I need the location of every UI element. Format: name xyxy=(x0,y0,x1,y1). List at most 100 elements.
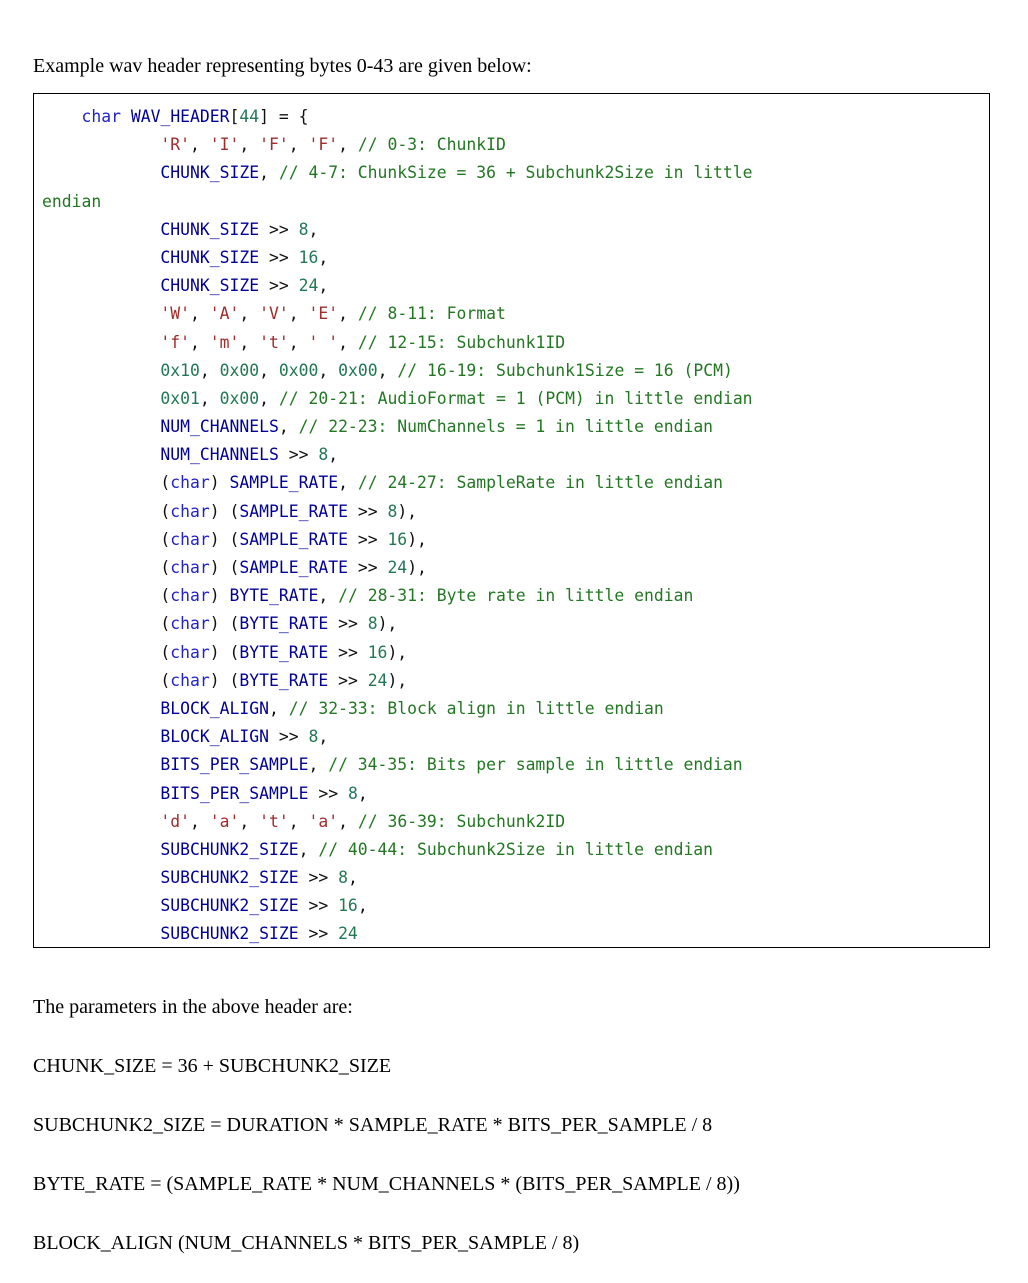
code-token-pun xyxy=(42,276,160,295)
code-token-pun xyxy=(42,727,160,746)
code-token-id: SAMPLE_RATE xyxy=(239,558,348,577)
parameter-formula: BLOCK_ALIGN (NUM_CHANNELS * BITS_PER_SAM… xyxy=(33,1232,580,1254)
code-token-str: 'a' xyxy=(209,811,240,831)
code-token-pun xyxy=(42,163,160,182)
code-token-kw: char xyxy=(170,473,210,493)
code-token-kw: char xyxy=(170,558,210,577)
code-token-pun: , xyxy=(288,135,309,155)
code-token-pun: , xyxy=(308,755,329,775)
code-token-pun: >> xyxy=(268,727,309,747)
code-token-pun: ), xyxy=(397,501,418,521)
code-token-pun xyxy=(121,107,131,126)
code-token-num: 24 xyxy=(338,924,358,944)
code-token-pun: , xyxy=(259,163,279,183)
code-line: BITS_PER_SAMPLE >> 8, xyxy=(34,780,989,808)
code-token-num: 16 xyxy=(387,529,408,549)
code-token-id: BYTE_RATE xyxy=(239,642,329,662)
code-token-pun: , xyxy=(278,417,299,437)
code-token-num: 0x00 xyxy=(219,388,260,408)
code-token-com: // 40-44: Subchunk2Size in little endian xyxy=(318,839,714,859)
code-token-pun xyxy=(42,840,160,859)
code-line: CHUNK_SIZE, // 4-7: ChunkSize = 36 + Sub… xyxy=(34,159,989,187)
code-token-str: 'a' xyxy=(308,811,339,831)
code-token-id: BYTE_RATE xyxy=(239,670,329,690)
code-token-com: // 16-19: Subchunk1Size = 16 (PCM) xyxy=(397,360,733,380)
code-line: SUBCHUNK2_SIZE >> 24 xyxy=(34,920,989,947)
intro-paragraph: Example wav header representing bytes 0-… xyxy=(33,55,532,77)
code-token-pun: ( xyxy=(42,586,171,606)
code-token-com: // 34-35: Bits per sample in little endi… xyxy=(328,755,743,775)
code-token-pun: , xyxy=(259,360,279,380)
code-token-id: BLOCK_ALIGN xyxy=(160,698,269,718)
code-token-com: // 4-7: ChunkSize = 36 + Subchunk2Size i… xyxy=(278,163,753,183)
code-token-pun: >> xyxy=(347,501,388,521)
code-token-str: 'W' xyxy=(160,304,191,324)
parameters-heading: The parameters in the above header are: xyxy=(33,996,353,1018)
code-token-pun: ) xyxy=(209,473,230,493)
code-token-pun: , xyxy=(338,135,358,155)
code-token-pun: ), xyxy=(387,670,408,690)
code-token-id: SUBCHUNK2_SIZE xyxy=(160,924,299,944)
code-token-pun: , xyxy=(199,360,220,380)
code-token-pun: , xyxy=(190,811,210,831)
code-token-pun: ( xyxy=(42,670,171,690)
code-token-pun: >> xyxy=(298,868,339,888)
code-token-pun: , xyxy=(288,332,309,352)
code-token-pun: ) xyxy=(209,586,230,606)
code-token-pun: ), xyxy=(407,529,427,549)
code-line: BLOCK_ALIGN >> 8, xyxy=(34,723,989,751)
code-token-pun: , xyxy=(190,332,210,352)
code-token-num: 8 xyxy=(367,614,378,634)
code-token-pun: ] = { xyxy=(259,107,309,126)
code-line: NUM_CHANNELS >> 8, xyxy=(34,441,989,469)
code-token-pun xyxy=(42,812,160,831)
code-token-id: NUM_CHANNELS xyxy=(160,445,279,465)
code-line: CHUNK_SIZE >> 24, xyxy=(34,272,989,300)
code-line: 0x01, 0x00, // 20-21: AudioFormat = 1 (P… xyxy=(34,385,989,413)
code-token-kw: char xyxy=(170,642,210,662)
code-token-pun: , xyxy=(239,135,260,155)
code-token-str: 'd' xyxy=(160,811,191,831)
code-line: (char) (SAMPLE_RATE >> 16), xyxy=(34,526,989,554)
code-token-com: // 32-33: Block align in little endian xyxy=(288,698,664,718)
code-token-pun: , xyxy=(318,586,339,606)
code-token-str: ' ' xyxy=(308,332,339,352)
code-token-pun: , xyxy=(259,388,279,408)
code-token-num: 0x01 xyxy=(160,388,200,408)
code-token-id: SUBCHUNK2_SIZE xyxy=(160,868,299,888)
code-line: NUM_CHANNELS, // 22-23: NumChannels = 1 … xyxy=(34,413,989,441)
code-token-str: 't' xyxy=(259,332,289,352)
code-token-num: 16 xyxy=(367,642,388,662)
code-token-pun: , xyxy=(308,219,319,239)
code-token-pun: ( xyxy=(42,642,171,662)
code-token-pun: ), xyxy=(377,614,398,634)
parameters-section: The parameters in the above header are: … xyxy=(33,968,993,1283)
code-token-pun xyxy=(42,135,160,154)
code-token-com: // 22-23: NumChannels = 1 in little endi… xyxy=(298,417,714,437)
parameter-formula: SUBCHUNK2_SIZE = DURATION * SAMPLE_RATE … xyxy=(33,1114,713,1136)
code-token-com: endian xyxy=(42,191,102,211)
code-token-num: 0x00 xyxy=(278,360,319,380)
code-line: SUBCHUNK2_SIZE, // 40-44: Subchunk2Size … xyxy=(34,836,989,864)
code-token-pun: ) ( xyxy=(209,529,240,549)
code-token-str: 'A' xyxy=(209,304,240,324)
code-token-pun: , xyxy=(338,473,358,493)
code-token-com: // 24-27: SampleRate in little endian xyxy=(357,473,723,493)
code-line: CHUNK_SIZE >> 8, xyxy=(34,216,989,244)
code-token-pun: ( xyxy=(42,529,171,549)
code-token-pun xyxy=(42,896,160,915)
code-token-pun xyxy=(42,361,160,380)
code-token-pun: >> xyxy=(347,558,388,577)
code-token-id: BLOCK_ALIGN xyxy=(160,727,269,747)
code-line: (char) (BYTE_RATE >> 8), xyxy=(34,610,989,638)
code-token-com: // 20-21: AudioFormat = 1 (PCM) in littl… xyxy=(278,388,753,408)
code-token-num: 16 xyxy=(298,247,319,267)
code-token-num: 24 xyxy=(387,558,408,577)
code-token-id: CHUNK_SIZE xyxy=(160,163,260,183)
code-token-pun: , xyxy=(357,896,368,916)
code-token-pun: , xyxy=(318,276,329,296)
code-token-pun: ) ( xyxy=(209,642,240,662)
code-token-id: CHUNK_SIZE xyxy=(160,219,260,239)
code-token-kw: char xyxy=(170,614,210,634)
code-token-num: 44 xyxy=(239,107,260,126)
